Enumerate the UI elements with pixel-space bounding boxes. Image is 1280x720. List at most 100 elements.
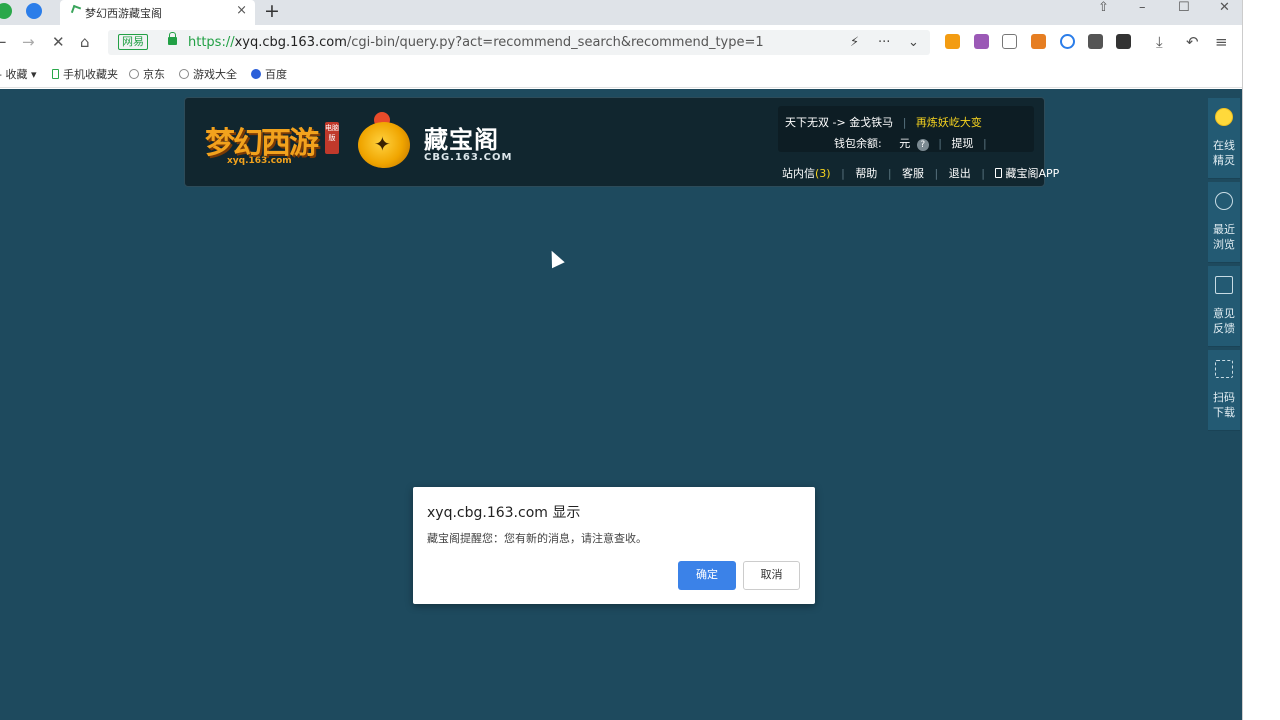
side-item-label: 在线精灵 — [1213, 139, 1235, 167]
server-arrow: -> — [832, 116, 846, 129]
app-link[interactable]: 藏宝阁APP — [995, 167, 1059, 180]
scissors-icon[interactable] — [1002, 34, 1017, 49]
game-logo-tag: 电脑版 — [325, 122, 339, 154]
bookmark-label: 游戏大全 — [193, 68, 237, 81]
coin-icon — [358, 122, 410, 168]
magnifier-icon[interactable] — [1060, 34, 1075, 49]
bookmark-label: 百度 — [265, 68, 287, 81]
side-item-scan[interactable]: 扫码下载 — [1208, 350, 1240, 431]
undo-icon[interactable]: ↶ — [1186, 33, 1199, 51]
cbg-logo[interactable]: 藏宝阁 CBG.163.COM — [350, 108, 530, 172]
bookmark-baidu[interactable]: 百度 — [251, 66, 287, 82]
site-nav: 站内信(3) | 帮助 | 客服 | 退出 | 藏宝阁APP — [782, 165, 1059, 181]
server-line: 天下无双 -> 金戈铁马 | 再炼妖屹大变 — [785, 114, 982, 130]
browser-toolbar: ← → ✕ ⌂ 网易 https://xyq.cbg.163.com/cgi-b… — [0, 25, 1242, 60]
cbg-logo-title: 藏宝阁 — [424, 126, 499, 154]
game-logo[interactable]: 梦幻西游 电脑版 xyq.163.com — [205, 116, 339, 166]
balance-unit: 元 — [899, 137, 911, 150]
page-content: 梦幻西游 电脑版 xyq.163.com 藏宝阁 CBG.163.COM 天下无… — [0, 89, 1242, 720]
divider: | — [982, 137, 987, 150]
bookmark-mobile[interactable]: 手机收藏夹 — [52, 66, 118, 82]
logout-link[interactable]: 退出 — [949, 167, 971, 180]
divider: | — [981, 167, 985, 180]
address-dropdown-icon[interactable]: ⌄ — [908, 35, 919, 50]
message-count: (3) — [815, 167, 831, 180]
divider: | — [934, 167, 939, 180]
site-header: 梦幻西游 电脑版 xyq.163.com 藏宝阁 CBG.163.COM 天下无… — [184, 97, 1059, 187]
new-tab-button[interactable]: + — [264, 0, 280, 22]
cancel-button[interactable]: 取消 — [743, 561, 800, 590]
pin-icon[interactable]: ⇧ — [1098, 0, 1109, 15]
side-item-label: 最近浏览 — [1213, 223, 1235, 251]
divider: | — [841, 167, 845, 180]
dialog-title: xyq.cbg.163.com 显示 — [427, 505, 581, 521]
divider: | — [887, 167, 892, 180]
phone-icon — [995, 168, 1003, 178]
phone-icon — [52, 69, 59, 79]
help-question-icon[interactable]: ? — [916, 139, 929, 151]
url-text[interactable]: https://xyq.cbg.163.com/cgi-bin/query.py… — [188, 35, 764, 50]
favorites-label: 收藏 — [5, 68, 28, 81]
browser-logo-icon[interactable] — [0, 3, 12, 19]
tab-title: 梦幻西游藏宝阁 — [85, 7, 162, 20]
maximize-button[interactable]: ☐ — [1178, 0, 1190, 15]
side-item-feedback[interactable]: 意见反馈 — [1208, 266, 1240, 347]
apps-grid-icon[interactable] — [1116, 34, 1131, 49]
bookmark-games[interactable]: 游戏大全 — [179, 66, 237, 82]
cbg-logo-sub: CBG.163.COM — [424, 152, 513, 163]
menu-icon[interactable]: ≡ — [1215, 33, 1228, 51]
side-item-label: 意见反馈 — [1213, 307, 1235, 335]
region-name[interactable]: 金戈铁马 — [849, 116, 893, 129]
bookmark-label: 手机收藏夹 — [63, 68, 118, 81]
withdraw-link[interactable]: 提现 — [951, 137, 973, 150]
globe-icon — [179, 69, 189, 79]
download-icon[interactable]: ⤓ — [1156, 33, 1163, 51]
back-icon[interactable]: ← — [0, 33, 7, 51]
edit-icon — [1215, 276, 1233, 294]
tab-active[interactable]: 梦幻西游藏宝阁 × — [60, 0, 255, 25]
service-link[interactable]: 客服 — [902, 167, 924, 180]
bookmark-favorites[interactable]: - 收藏 ▾ — [0, 66, 37, 82]
forward-icon[interactable]: → — [22, 33, 35, 51]
dialog-message: 藏宝阁提醒您：您有新的消息，请注意查收。 — [427, 532, 647, 545]
messages-link[interactable]: 站内信(3) — [782, 167, 831, 180]
help-link[interactable]: 帮助 — [855, 167, 877, 180]
divider: | — [902, 116, 907, 129]
url-host: xyq.cbg.163.com — [234, 35, 347, 50]
side-item-recent[interactable]: 最近浏览 — [1208, 182, 1240, 263]
shield-extension-icon[interactable] — [945, 34, 960, 49]
url-path: /cgi-bin/query.py?act=recommend_search&r… — [346, 35, 764, 50]
assistant-face-icon — [1215, 108, 1233, 126]
window-close-button[interactable]: ✕ — [1219, 0, 1230, 15]
app-label: 藏宝阁APP — [1005, 167, 1060, 180]
home-icon[interactable]: ⌂ — [80, 33, 90, 51]
site-badge: 网易 — [118, 34, 148, 50]
video-play-icon[interactable] — [26, 3, 42, 19]
promo-link[interactable]: 再炼妖屹大变 — [916, 116, 982, 129]
clock-icon — [1215, 192, 1233, 210]
more-icon[interactable]: ··· — [878, 35, 890, 50]
baidu-paw-icon — [251, 69, 261, 79]
alert-dialog: xyq.cbg.163.com 显示 藏宝阁提醒您：您有新的消息，请注意查收。 … — [413, 487, 815, 604]
user-info-box: 天下无双 -> 金戈铁马 | 再炼妖屹大变 钱包余额: 元 ? | 提现 | — [778, 106, 1034, 152]
server-name[interactable]: 天下无双 — [785, 116, 829, 129]
side-item-label: 扫码下载 — [1213, 391, 1235, 419]
tab-close-icon[interactable]: × — [236, 3, 247, 18]
divider: | — [938, 137, 942, 150]
lock-icon[interactable] — [168, 32, 177, 45]
bookmark-label: 京东 — [143, 68, 165, 81]
minimize-button[interactable]: – — [1139, 0, 1146, 15]
bookmark-jd[interactable]: 京东 — [129, 66, 165, 82]
messages-label: 站内信 — [782, 167, 815, 180]
balance-label: 钱包余额: — [834, 137, 882, 150]
stop-icon[interactable]: ✕ — [52, 33, 65, 51]
gamepad-icon[interactable] — [1031, 34, 1046, 49]
screen-icon[interactable] — [1088, 34, 1103, 49]
address-bar[interactable]: 网易 https://xyq.cbg.163.com/cgi-bin/query… — [108, 30, 930, 55]
window-edge — [1242, 0, 1280, 720]
translate-extension-icon[interactable] — [974, 34, 989, 49]
bookmarks-bar: - 收藏 ▾ 手机收藏夹 京东 游戏大全 百度 — [0, 60, 1242, 88]
ok-button[interactable]: 确定 — [678, 561, 736, 590]
side-item-assistant[interactable]: 在线精灵 — [1208, 98, 1240, 179]
bolt-icon[interactable]: ⚡ — [850, 35, 859, 50]
